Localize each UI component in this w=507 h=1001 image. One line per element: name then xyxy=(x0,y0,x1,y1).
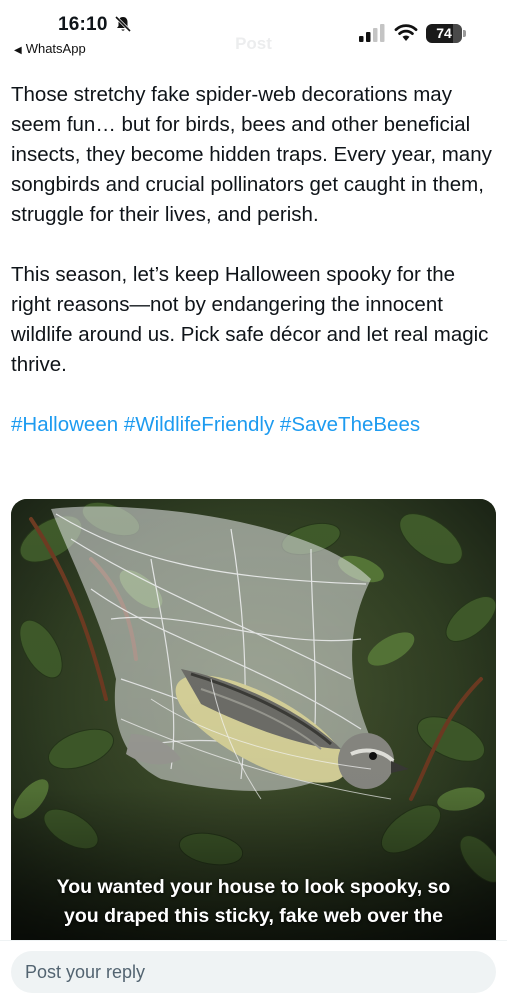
reply-bar: Post your reply xyxy=(0,940,507,1001)
post-paragraph: Those stretchy fake spider-web decoratio… xyxy=(11,83,492,226)
back-app-label: WhatsApp xyxy=(25,41,86,56)
caption-line: You wanted your house to look spooky, so xyxy=(56,876,451,898)
image-caption: You wanted your house to look spooky, so… xyxy=(11,873,496,931)
post-paragraph: This season, let’s keep Halloween spooky… xyxy=(11,263,489,376)
battery-icon: 74 xyxy=(426,24,462,43)
bell-slash-icon xyxy=(114,15,132,33)
hashtag-halloween[interactable]: #Halloween xyxy=(11,413,118,436)
reply-input[interactable]: Post your reply xyxy=(11,951,496,993)
battery-level: 74 xyxy=(436,25,452,41)
status-bar: 16:10 Post ◀ WhatsApp 74 xyxy=(0,0,507,70)
post-text: Those stretchy fake spider-web decoratio… xyxy=(11,80,497,440)
hashtag-wildlife-friendly[interactable]: #WildlifeFriendly xyxy=(124,413,274,436)
cellular-signal-icon xyxy=(359,24,385,42)
battery-empty-portion xyxy=(452,24,462,43)
status-time: 16:10 xyxy=(58,14,108,35)
hashtag-save-the-bees[interactable]: #SaveTheBees xyxy=(280,413,420,436)
back-to-app-link[interactable]: ◀ WhatsApp xyxy=(14,41,86,56)
wifi-icon xyxy=(394,24,418,41)
battery-cap xyxy=(463,30,466,37)
hashtag-list: #Halloween #WildlifeFriendly #SaveTheBee… xyxy=(11,410,497,440)
chevron-left-icon: ◀ xyxy=(14,45,22,56)
caption-line: you draped this sticky, fake web over th… xyxy=(64,905,443,927)
post-media-image[interactable]: You wanted your house to look spooky, so… xyxy=(11,499,496,944)
